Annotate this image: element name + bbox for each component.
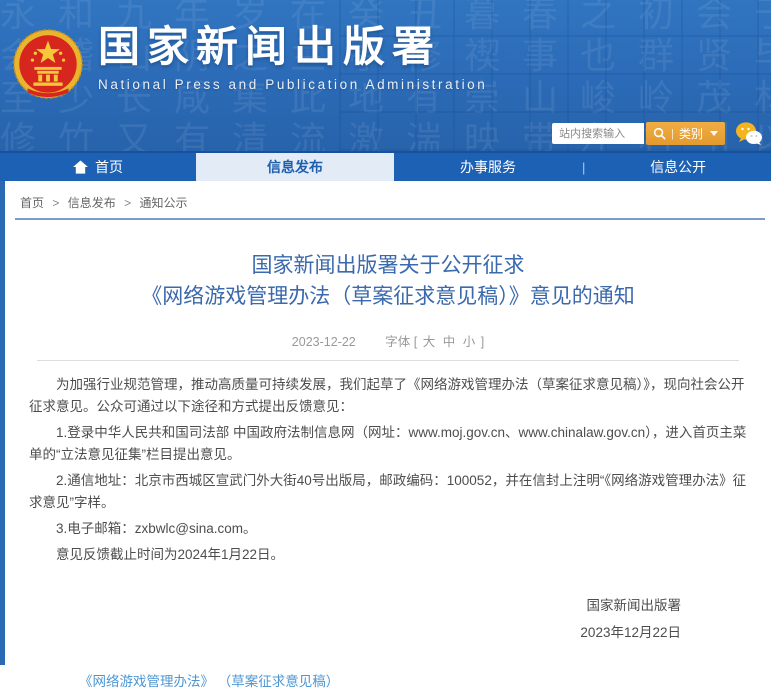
- font-size-small-button[interactable]: 小: [463, 335, 476, 349]
- font-size-label: 字体: [385, 335, 410, 349]
- home-icon: [73, 160, 88, 174]
- breadcrumb-notice[interactable]: 通知公示: [139, 196, 187, 210]
- main-nav: 首页 信息发布 办事服务 | 信息公开: [0, 151, 771, 181]
- article-title-line2: 《网络游戏管理办法（草案征求意见稿）》意见的通知: [141, 285, 635, 308]
- nav-label-info-disclosure: 信息公开: [650, 157, 706, 177]
- bracket-close: ]: [481, 335, 484, 349]
- bracket-open: [: [414, 335, 417, 349]
- chevron-down-icon: [710, 131, 718, 136]
- nav-item-info-release[interactable]: 信息发布: [196, 153, 394, 181]
- article-meta: 2023-12-22 字体 [ 大 中 小 ]: [5, 331, 771, 350]
- nav-label-services: 办事服务: [460, 157, 516, 177]
- search-divider: |: [671, 128, 674, 140]
- site-subtitle: National Press and Publication Administr…: [98, 77, 487, 92]
- article-title-line1: 国家新闻出版署关于公开征求: [252, 254, 525, 277]
- font-size-medium-button[interactable]: 中: [443, 335, 456, 349]
- breadcrumb-separator: >: [124, 196, 131, 210]
- nav-item-info-disclosure[interactable]: 信息公开: [585, 153, 771, 181]
- search-icon: [653, 127, 666, 140]
- signature-agency: 国家新闻出版署: [29, 592, 681, 619]
- search-bar: | 类别: [552, 121, 763, 146]
- paragraph: 意见反馈截止时间为2024年1月22日。: [29, 544, 747, 566]
- wechat-icon[interactable]: [735, 121, 763, 146]
- site-title: 国家新闻出版署: [98, 24, 487, 70]
- search-button[interactable]: | 类别: [646, 122, 725, 145]
- nav-label-info-release: 信息发布: [267, 157, 323, 177]
- font-size-large-button[interactable]: 大: [423, 335, 436, 349]
- breadcrumb-divider: [15, 218, 765, 220]
- breadcrumb-info-release[interactable]: 信息发布: [68, 196, 116, 210]
- nav-label-home: 首页: [95, 157, 123, 177]
- national-emblem-logo: [12, 28, 84, 100]
- page-body: 首页 > 信息发布 > 通知公示 国家新闻出版署关于公开征求 《网络游戏管理办法…: [0, 181, 771, 665]
- signature-date: 2023年12月22日: [29, 619, 681, 646]
- paragraph: 3.电子邮箱：zxbwlc@sina.com。: [29, 518, 747, 540]
- site-header: 永和九年岁在癸丑暮春之初会于会稽山阴之兰亭修禊事也群贤毕至少长咸集此地有崇山峻岭…: [0, 0, 771, 151]
- paragraph: 为加强行业规范管理，推动高质量可持续发展，我们起草了《网络游戏管理办法（草案征求…: [29, 374, 747, 418]
- breadcrumb-separator: >: [52, 196, 59, 210]
- brand-block: 国家新闻出版署 National Press and Publication A…: [12, 24, 487, 100]
- attachment-row: 《网络游戏管理办法》 （草案征求意见稿）: [29, 670, 747, 690]
- article-content: 为加强行业规范管理，推动高质量可持续发展，我们起草了《网络游戏管理办法（草案征求…: [5, 361, 771, 690]
- nav-item-services[interactable]: 办事服务: [394, 153, 582, 181]
- attachment-link[interactable]: 《网络游戏管理办法》 （草案征求意见稿）: [79, 674, 339, 689]
- paragraph: 1.登录中华人民共和国司法部 中国政府法制信息网（网址：www.moj.gov.…: [29, 422, 747, 466]
- publish-date: 2023-12-22: [292, 335, 356, 349]
- article-title: 国家新闻出版署关于公开征求 《网络游戏管理办法（草案征求意见稿）》意见的通知: [35, 250, 741, 312]
- nav-item-home[interactable]: 首页: [0, 153, 196, 181]
- breadcrumb: 首页 > 信息发布 > 通知公示: [5, 181, 771, 218]
- signature-block: 国家新闻出版署 2023年12月22日: [29, 592, 747, 646]
- paragraph: 2.通信地址：北京市西城区宣武门外大街40号出版局，邮政编码：100052，并在…: [29, 470, 747, 514]
- category-label: 类别: [679, 125, 703, 142]
- search-input[interactable]: [552, 123, 644, 144]
- breadcrumb-home[interactable]: 首页: [20, 196, 44, 210]
